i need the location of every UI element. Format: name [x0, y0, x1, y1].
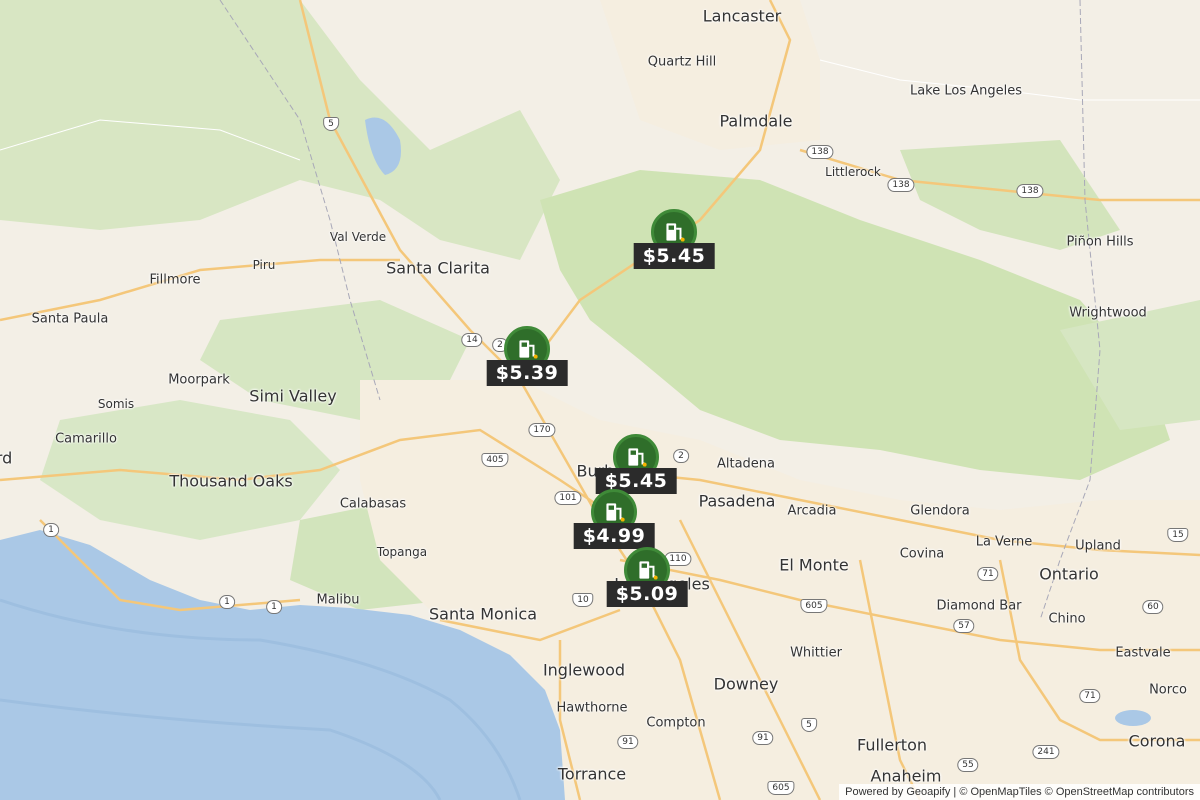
- place-label: Corona: [1128, 731, 1186, 751]
- place-label: Topanga: [376, 545, 428, 559]
- place-label: Santa Paula: [31, 311, 109, 327]
- highway-shield: 605: [800, 599, 828, 613]
- highway-shield: 1: [219, 595, 235, 609]
- place-label: Altadena: [716, 456, 776, 472]
- place-label: Malibu: [316, 592, 360, 608]
- place-label: Somis: [97, 397, 135, 411]
- place-label: Palmdale: [719, 111, 793, 131]
- place-label: Chino: [1048, 611, 1086, 627]
- place-label: Wrightwood: [1069, 305, 1147, 321]
- place-label: Lancaster: [702, 6, 782, 26]
- place-label: Simi Valley: [249, 386, 337, 406]
- highway-shield: 2: [673, 449, 689, 463]
- place-label: Fullerton: [857, 735, 927, 755]
- highway-shield: 5: [323, 117, 339, 131]
- gas-station-marker[interactable]: $4.99: [573, 489, 655, 549]
- place-label: Calabasas: [339, 496, 407, 512]
- highway-shield: 405: [481, 453, 509, 467]
- gas-station-marker[interactable]: $5.45: [595, 434, 677, 494]
- price-label: $5.45: [633, 243, 715, 269]
- price-label: $5.39: [486, 360, 568, 386]
- highway-shield: 241: [1032, 745, 1060, 759]
- place-label: Piru: [252, 258, 276, 272]
- attribution-geoapify-link[interactable]: Geoapify: [906, 786, 950, 798]
- place-label: Eastvale: [1115, 645, 1171, 661]
- place-label: Compton: [646, 715, 706, 731]
- highway-shield: 55: [957, 758, 979, 772]
- place-label: Downey: [713, 674, 779, 694]
- highway-shield: 1: [43, 523, 59, 537]
- highway-shield: 138: [806, 145, 834, 159]
- place-label: Piñon Hills: [1066, 234, 1134, 250]
- highway-shield: 170: [528, 423, 556, 437]
- highway-shield: 10: [572, 593, 594, 607]
- highway-shield: 605: [767, 781, 795, 795]
- highway-shield: 71: [977, 567, 999, 581]
- price-label: $4.99: [573, 523, 655, 549]
- place-label: Littlerock: [825, 165, 881, 179]
- highway-shield: 91: [617, 735, 639, 749]
- highway-shield: 71: [1079, 689, 1101, 703]
- place-label: Covina: [899, 546, 945, 562]
- highway-shield: 101: [554, 491, 582, 505]
- place-label: Camarillo: [55, 431, 117, 447]
- place-label: rd: [0, 448, 13, 468]
- place-label: Upland: [1075, 538, 1121, 554]
- gas-station-marker[interactable]: $5.45: [633, 209, 715, 269]
- place-label: Santa Monica: [428, 604, 538, 624]
- place-label: Val Verde: [329, 230, 387, 244]
- place-label: Pasadena: [698, 491, 776, 511]
- place-label: El Monte: [779, 555, 849, 575]
- place-label: Arcadia: [787, 503, 837, 519]
- map-base-layer: [0, 0, 1200, 800]
- place-label: Diamond Bar: [936, 598, 1022, 614]
- place-label: Anaheim: [870, 766, 942, 786]
- map-attribution: Powered by Geoapify | © OpenMapTiles © O…: [839, 784, 1200, 800]
- highway-shield: 5: [801, 718, 817, 732]
- highway-shield: 138: [887, 178, 915, 192]
- place-label: Santa Clarita: [386, 258, 490, 278]
- map-canvas[interactable]: Lancaster Quartz Hill Lake Los Angeles P…: [0, 0, 1200, 800]
- gas-station-marker[interactable]: $5.09: [606, 547, 688, 607]
- gas-station-marker[interactable]: $5.39: [486, 326, 568, 386]
- place-label: Torrance: [557, 764, 627, 784]
- place-label: Inglewood: [542, 660, 626, 680]
- place-label: Glendora: [910, 503, 970, 519]
- attribution-sources: | © OpenMapTiles © OpenStreetMap contrib…: [950, 786, 1194, 798]
- place-label: Norco: [1149, 682, 1187, 698]
- place-label: La Verne: [975, 534, 1033, 550]
- highway-shield: 138: [1016, 184, 1044, 198]
- highway-shield: 57: [953, 619, 975, 633]
- attribution-powered: Powered by: [845, 786, 904, 798]
- highway-shield: 14: [461, 333, 483, 347]
- place-label: Whittier: [790, 645, 842, 661]
- highway-shield: 60: [1142, 600, 1164, 614]
- place-label: Quartz Hill: [647, 54, 717, 70]
- highway-shield: 15: [1167, 528, 1189, 542]
- place-label: Moorpark: [168, 372, 230, 388]
- place-label: Lake Los Angeles: [909, 83, 1023, 99]
- price-label: $5.09: [606, 581, 688, 607]
- place-label: Fillmore: [149, 272, 201, 288]
- place-label: Ontario: [1039, 564, 1099, 584]
- place-label: Thousand Oaks: [169, 471, 293, 491]
- place-label: Hawthorne: [556, 700, 628, 716]
- highway-shield: 91: [752, 731, 774, 745]
- highway-shield: 1: [266, 600, 282, 614]
